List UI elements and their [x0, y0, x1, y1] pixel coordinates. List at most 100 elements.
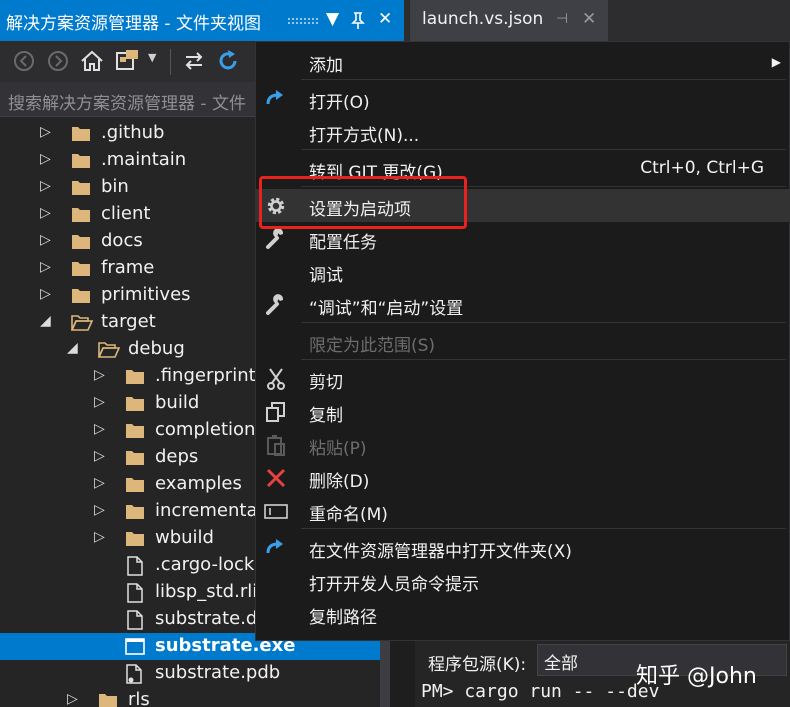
- dropdown-icon[interactable]: ▼: [148, 51, 156, 64]
- drag-grip[interactable]: [287, 17, 319, 24]
- menu-item: 粘贴(P): [256, 428, 790, 461]
- switch-views-icon[interactable]: [114, 47, 142, 75]
- menu-item[interactable]: 复制: [256, 395, 790, 428]
- menu-item-label: 重命名(M): [309, 505, 388, 525]
- folder-icon: [125, 421, 145, 439]
- menu-item-label: “调试”和“启动”设置: [309, 299, 464, 319]
- expand-arrow-icon[interactable]: ▷: [67, 691, 78, 707]
- back-icon[interactable]: [10, 47, 38, 75]
- menu-item[interactable]: “调试”和“启动”设置: [256, 288, 790, 321]
- collapse-arrow-icon[interactable]: ◢: [67, 340, 78, 356]
- expand-arrow-icon[interactable]: ▷: [94, 394, 105, 410]
- tree-item-label: incremental: [155, 500, 263, 521]
- forward-icon[interactable]: [44, 47, 72, 75]
- folder-icon: [71, 259, 91, 277]
- expand-arrow-icon[interactable]: ▷: [94, 448, 105, 464]
- expand-arrow-icon[interactable]: ▷: [94, 502, 105, 518]
- sync-icon[interactable]: [180, 47, 208, 75]
- tree-item-label: rls: [128, 689, 150, 707]
- expand-arrow-icon[interactable]: ▷: [40, 232, 51, 248]
- folder-icon: [125, 367, 145, 385]
- package-source-value: 全部: [544, 654, 578, 674]
- folder-icon: [71, 178, 91, 196]
- menu-item[interactable]: 添加 ▶: [256, 45, 790, 78]
- close-icon[interactable]: ✕: [582, 9, 596, 29]
- expand-arrow-icon[interactable]: ▷: [40, 124, 51, 140]
- dropdown-icon[interactable]: ▼: [326, 9, 339, 29]
- tree-file-item[interactable]: substrate.pdb: [0, 660, 380, 687]
- menu-separator: [301, 359, 786, 360]
- expand-arrow-icon[interactable]: ▷: [40, 286, 51, 302]
- folder-open-icon: [70, 313, 94, 331]
- wrench-icon: [264, 293, 288, 317]
- tree-item-label: .github: [101, 122, 165, 143]
- tab-label: 解决方案资源管理器 - 文件夹视图: [6, 14, 261, 34]
- delete-x-icon: [264, 466, 288, 490]
- watermark: 知乎 @John: [636, 664, 757, 689]
- tree-folder-item[interactable]: ▷ rls: [0, 687, 380, 707]
- tree-item-label: frame: [101, 257, 155, 278]
- tab-solution-explorer[interactable]: 解决方案资源管理器 - 文件夹视图 ▼ ✕: [0, 0, 404, 41]
- folder-icon: [125, 502, 145, 520]
- menu-item[interactable]: 调试: [256, 255, 790, 288]
- tab-launch-vs-json[interactable]: launch.vs.json ⊣ ✕: [410, 0, 608, 41]
- expand-arrow-icon[interactable]: ▷: [40, 259, 51, 275]
- tree-item-label: substrate.pdb: [155, 662, 281, 683]
- menu-item[interactable]: 重命名(M): [256, 494, 790, 527]
- expand-arrow-icon[interactable]: ▷: [94, 529, 105, 545]
- submenu-arrow-icon: ▶: [771, 55, 781, 69]
- expand-arrow-icon[interactable]: ▷: [94, 421, 105, 437]
- open-arrow-icon: [264, 87, 288, 111]
- expand-arrow-icon[interactable]: ▷: [40, 205, 51, 221]
- scissors-icon: [264, 367, 288, 391]
- folder-icon: [71, 205, 91, 223]
- file-icon: [127, 610, 147, 630]
- menu-item[interactable]: 剪切: [256, 362, 790, 395]
- pin-icon[interactable]: [351, 12, 365, 30]
- open-arrow-icon: [264, 536, 288, 560]
- collapse-arrow-icon[interactable]: ◢: [40, 313, 51, 329]
- menu-item-label: 粘贴(P): [309, 439, 367, 459]
- menu-item-label: 添加: [309, 56, 343, 76]
- expand-arrow-icon[interactable]: ▷: [40, 178, 51, 194]
- menu-item[interactable]: 打开开发人员命令提示: [256, 564, 790, 597]
- copy-icon: [264, 400, 288, 424]
- home-icon[interactable]: [78, 47, 106, 75]
- menu-shortcut: Ctrl+0, Ctrl+G: [640, 158, 764, 178]
- folder-icon: [125, 475, 145, 493]
- menu-item-label: 复制: [309, 406, 343, 426]
- annotation-highlight-box: [259, 176, 467, 229]
- menu-item[interactable]: 在文件资源管理器中打开文件夹(X): [256, 531, 790, 564]
- folder-icon: [125, 529, 145, 547]
- pin-icon[interactable]: ⊣: [556, 11, 568, 27]
- tree-item-label: .fingerprint: [155, 365, 256, 386]
- menu-separator: [301, 79, 786, 80]
- menu-item[interactable]: 打开方式(N)...: [256, 115, 790, 148]
- tree-item-label: debug: [128, 338, 185, 359]
- expand-arrow-icon[interactable]: ▷: [94, 367, 105, 383]
- expand-arrow-icon[interactable]: ▷: [40, 151, 51, 167]
- menu-item-label: 打开开发人员命令提示: [309, 575, 479, 595]
- menu-separator: [301, 322, 786, 323]
- close-icon[interactable]: ✕: [378, 9, 392, 29]
- console-line[interactable]: PM> cargo run -- --dev: [421, 681, 659, 702]
- tree-item-label: substrate.d: [155, 608, 258, 629]
- folder-icon: [71, 232, 91, 250]
- tree-item-label: examples: [155, 473, 242, 494]
- exe-icon: [125, 637, 145, 655]
- menu-item-label: 在文件资源管理器中打开文件夹(X): [309, 542, 572, 562]
- tree-item-label: completions: [155, 419, 265, 440]
- tree-item-label: deps: [155, 446, 199, 467]
- menu-item-label: 删除(D): [309, 472, 370, 492]
- menu-item-label: 调试: [309, 266, 343, 286]
- folder-icon: [98, 691, 118, 707]
- menu-item[interactable]: 复制路径: [256, 597, 790, 630]
- menu-item-label: 复制路径: [309, 608, 377, 628]
- context-menu: 添加 ▶ 打开(O) 打开方式(N)... 转到 GIT 更改(G) Ctrl+0, Ct…: [255, 41, 790, 641]
- expand-arrow-icon[interactable]: ▷: [94, 475, 105, 491]
- refresh-icon[interactable]: [214, 47, 242, 75]
- tree-item-label: build: [155, 392, 200, 413]
- menu-item[interactable]: 删除(D): [256, 461, 790, 494]
- menu-item[interactable]: 打开(O): [256, 82, 790, 115]
- folder-open-icon: [97, 340, 121, 358]
